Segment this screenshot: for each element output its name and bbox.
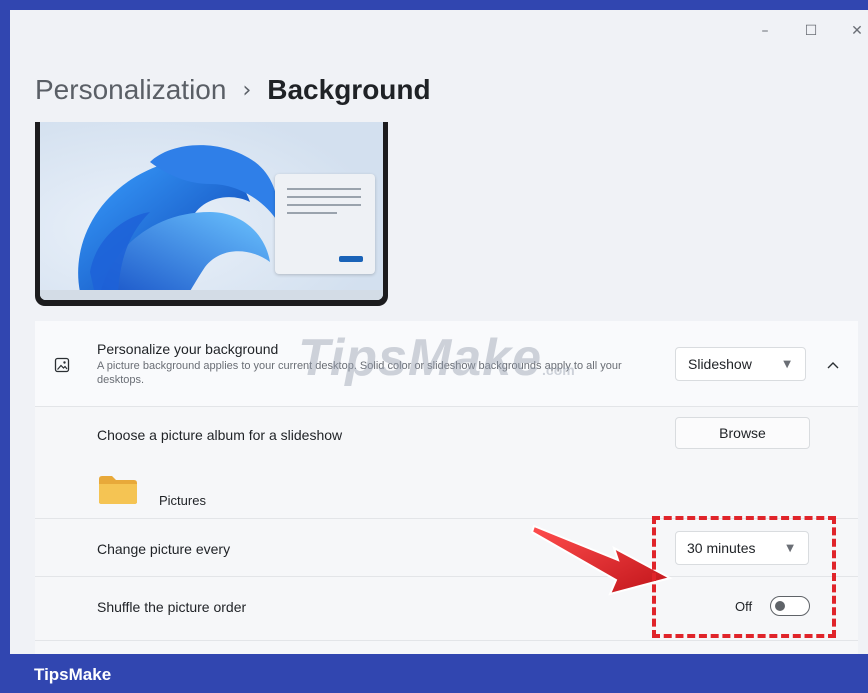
preview-taskbar <box>40 290 383 300</box>
browse-button[interactable]: Browse <box>675 417 810 449</box>
close-icon: ✕ <box>851 23 863 39</box>
maximize-icon: ☐ <box>804 23 818 39</box>
preview-text-line <box>287 212 337 214</box>
watermark: TipsMake.com <box>298 328 575 388</box>
breadcrumb: Personalization › Background <box>35 74 431 106</box>
chevron-right-icon: › <box>242 77 252 103</box>
watermark-suffix: .com <box>542 362 575 378</box>
minimize-button[interactable]: – <box>742 16 788 46</box>
background-type-dropdown[interactable]: Slideshow ▼ <box>675 347 806 381</box>
footer-brand: TipsMake <box>34 665 112 684</box>
preview-text-line <box>287 204 361 206</box>
next-row-card <box>35 641 858 654</box>
background-type-value: Slideshow <box>688 356 752 372</box>
folder-icon <box>98 475 138 510</box>
breadcrumb-parent[interactable]: Personalization <box>35 74 226 106</box>
chevron-up-icon <box>827 362 839 369</box>
page-title: Background <box>267 74 431 105</box>
personalize-title: Personalize your background <box>97 341 279 357</box>
watermark-brand: TipsMake <box>298 329 543 387</box>
footer-bar: TipsMake <box>0 654 868 693</box>
picture-icon <box>54 357 70 378</box>
preview-accent-button <box>339 256 363 262</box>
folder-name[interactable]: Pictures <box>159 493 206 508</box>
preview-text-line <box>287 188 361 190</box>
maximize-button[interactable]: ☐ <box>788 16 834 46</box>
preview-app-window <box>275 174 375 274</box>
album-card: Choose a picture album for a slideshow B… <box>35 407 858 519</box>
chevron-down-icon: ▼ <box>783 358 791 370</box>
interval-label: Change picture every <box>97 541 231 557</box>
desktop-preview <box>35 122 388 306</box>
shuffle-label: Shuffle the picture order <box>97 599 247 615</box>
settings-window: – ☐ ✕ Personalization › Background Perso… <box>10 10 868 654</box>
album-label: Choose a picture album for a slideshow <box>97 427 343 443</box>
collapse-section-button[interactable] <box>819 351 847 379</box>
highlight-box <box>652 516 836 638</box>
preview-screen <box>40 122 383 300</box>
preview-text-line <box>287 196 361 198</box>
minimize-icon: – <box>761 23 769 39</box>
close-button[interactable]: ✕ <box>834 16 868 46</box>
